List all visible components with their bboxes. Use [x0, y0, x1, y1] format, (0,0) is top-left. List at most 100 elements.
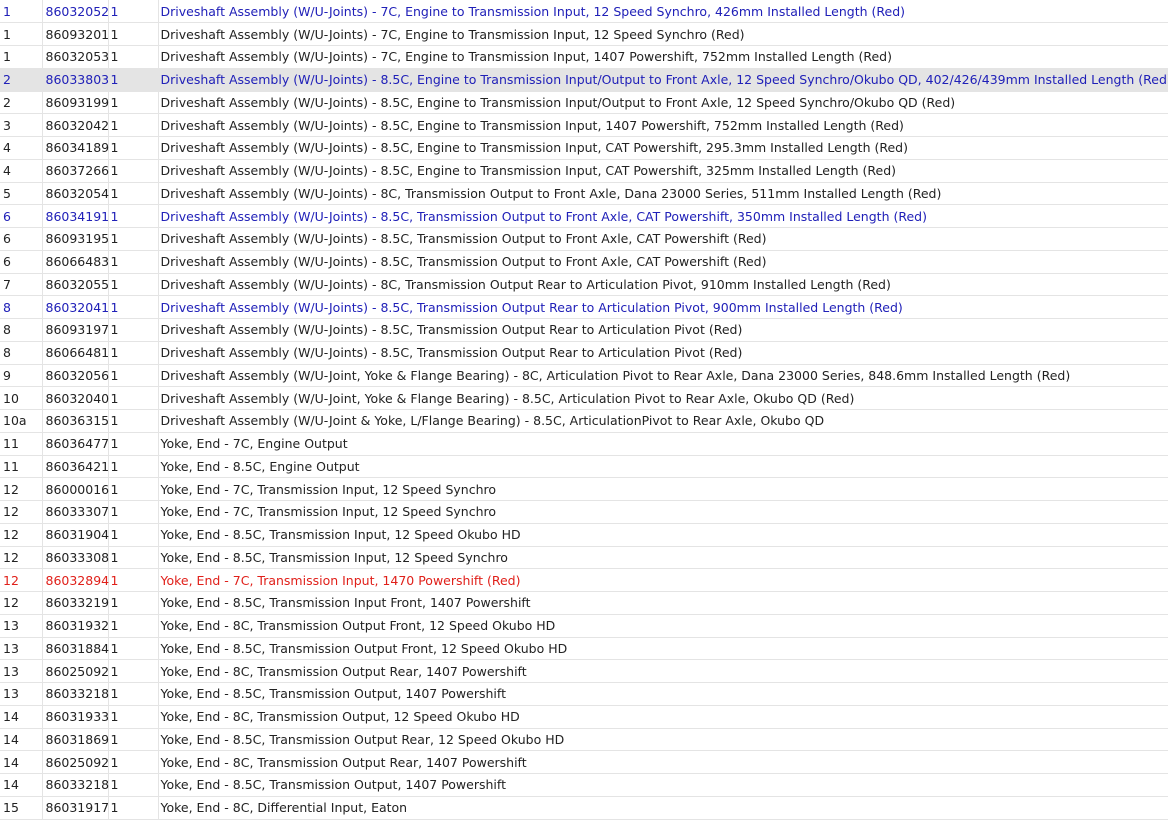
- part-number-cell: 86034191: [42, 204, 109, 228]
- table-row[interactable]: 2 86093199 1 Driveshaft Assembly (W/U-Joint…: [0, 91, 1168, 115]
- table-row[interactable]: 12 86000016 1 Yoke, End - 7C, Transmission …: [0, 477, 1168, 501]
- parts-table-body: 1 86032052 1 Driveshaft Assembly (W/U-Joint…: [0, 0, 1168, 820]
- quantity-cell: 1: [108, 341, 159, 365]
- table-row[interactable]: 9 86032056 1 Driveshaft Assembly (W/U-Joint…: [0, 364, 1168, 388]
- quantity-cell: 1: [108, 523, 159, 547]
- table-row[interactable]: 14 86031933 1 Yoke, End - 8C, Transmission …: [0, 705, 1168, 729]
- ref-cell: 11: [0, 455, 43, 479]
- ref-cell: 12: [0, 546, 43, 570]
- part-number-cell: 86032056: [42, 364, 109, 388]
- part-number-cell: 86066481: [42, 341, 109, 365]
- ref-cell: 8: [0, 318, 43, 342]
- part-number-cell: 86032042: [42, 113, 109, 137]
- table-row[interactable]: 1 86093201 1 Driveshaft Assembly (W/U-Joint…: [0, 22, 1168, 46]
- part-number-cell: 86037266: [42, 159, 109, 183]
- ref-cell: 2: [0, 91, 43, 115]
- part-number-cell: 86025092: [42, 659, 109, 683]
- table-row[interactable]: 1 86032052 1 Driveshaft Assembly (W/U-Joint…: [0, 0, 1168, 24]
- table-row[interactable]: 8 86066481 1 Driveshaft Assembly (W/U-Joint…: [0, 341, 1168, 365]
- part-number-cell: 86093201: [42, 22, 109, 46]
- part-number-cell: 86032055: [42, 273, 109, 297]
- ref-cell: 6: [0, 250, 43, 274]
- description-cell: Yoke, End - 8C, Differential Input, Eato…: [158, 796, 1168, 820]
- ref-cell: 14: [0, 705, 43, 729]
- ref-cell: 12: [0, 523, 43, 547]
- table-row[interactable]: 8 86032041 1 Driveshaft Assembly (W/U-Joint…: [0, 295, 1168, 319]
- part-number-cell: 86032053: [42, 45, 109, 69]
- quantity-cell: 1: [108, 477, 159, 501]
- description-cell: Yoke, End - 8C, Transmission Output Fron…: [158, 614, 1168, 638]
- table-row[interactable]: 8 86093197 1 Driveshaft Assembly (W/U-Joint…: [0, 318, 1168, 342]
- table-row[interactable]: 13 86025092 1 Yoke, End - 8C, Transmission …: [0, 659, 1168, 683]
- table-row[interactable]: 6 86034191 1 Driveshaft Assembly (W/U-Joint…: [0, 204, 1168, 228]
- ref-cell: 13: [0, 659, 43, 683]
- description-cell: Yoke, End - 8C, Transmission Output, 12 …: [158, 705, 1168, 729]
- description-cell: Driveshaft Assembly (W/U-Joint, Yoke & F…: [158, 386, 1168, 410]
- description-cell: Driveshaft Assembly (W/U-Joints) - 7C, E…: [158, 22, 1168, 46]
- table-row[interactable]: 14 86031869 1 Yoke, End - 8.5C, Transmissio…: [0, 728, 1168, 752]
- ref-cell: 6: [0, 227, 43, 251]
- ref-cell: 9: [0, 364, 43, 388]
- part-number-cell: 86031932: [42, 614, 109, 638]
- table-row[interactable]: 6 86093195 1 Driveshaft Assembly (W/U-Joint…: [0, 227, 1168, 251]
- quantity-cell: 1: [108, 728, 159, 752]
- quantity-cell: 1: [108, 227, 159, 251]
- ref-cell: 8: [0, 341, 43, 365]
- table-row[interactable]: 11 86036477 1 Yoke, End - 7C, Engine Output: [0, 432, 1168, 456]
- quantity-cell: 1: [108, 386, 159, 410]
- ref-cell: 1: [0, 45, 43, 69]
- table-row[interactable]: 4 86037266 1 Driveshaft Assembly (W/U-Joint…: [0, 159, 1168, 183]
- description-cell: Yoke, End - 8.5C, Engine Output: [158, 455, 1168, 479]
- table-row[interactable]: 14 86025092 1 Yoke, End - 8C, Transmission …: [0, 750, 1168, 774]
- quantity-cell: 1: [108, 182, 159, 206]
- ref-cell: 12: [0, 500, 43, 524]
- table-row[interactable]: 6 86066483 1 Driveshaft Assembly (W/U-Joint…: [0, 250, 1168, 274]
- description-cell: Driveshaft Assembly (W/U-Joints) - 8.5C,…: [158, 250, 1168, 274]
- table-row[interactable]: 13 86031884 1 Yoke, End - 8.5C, Transmissio…: [0, 637, 1168, 661]
- table-row[interactable]: 5 86032054 1 Driveshaft Assembly (W/U-Joint…: [0, 182, 1168, 206]
- ref-cell: 15: [0, 796, 43, 820]
- ref-cell: 6: [0, 204, 43, 228]
- quantity-cell: 1: [108, 568, 159, 592]
- table-row[interactable]: 4 86034189 1 Driveshaft Assembly (W/U-Joint…: [0, 136, 1168, 160]
- part-number-cell: 86031884: [42, 637, 109, 661]
- description-cell: Yoke, End - 8.5C, Transmission Output, 1…: [158, 682, 1168, 706]
- ref-cell: 2: [0, 68, 43, 92]
- description-cell: Yoke, End - 7C, Transmission Input, 1470…: [158, 568, 1168, 592]
- table-row[interactable]: 15 86031917 1 Yoke, End - 8C, Differential …: [0, 796, 1168, 820]
- table-row[interactable]: 3 86032042 1 Driveshaft Assembly (W/U-Joint…: [0, 113, 1168, 137]
- part-number-cell: 86033308: [42, 546, 109, 570]
- description-cell: Yoke, End - 8.5C, Transmission Input, 12…: [158, 523, 1168, 547]
- quantity-cell: 1: [108, 591, 159, 615]
- table-row[interactable]: 10a 86036315 1 Driveshaft Assembly (W/U-Joi…: [0, 409, 1168, 433]
- table-row[interactable]: 1 86032053 1 Driveshaft Assembly (W/U-Joint…: [0, 45, 1168, 69]
- table-row[interactable]: 13 86033218 1 Yoke, End - 8.5C, Transmissio…: [0, 682, 1168, 706]
- table-row[interactable]: 12 86032894 1 Yoke, End - 7C, Transmission …: [0, 568, 1168, 592]
- part-number-cell: 86093199: [42, 91, 109, 115]
- ref-cell: 1: [0, 22, 43, 46]
- table-row[interactable]: 12 86033219 1 Yoke, End - 8.5C, Transmissio…: [0, 591, 1168, 615]
- description-cell: Yoke, End - 7C, Engine Output: [158, 432, 1168, 456]
- table-row[interactable]: 12 86031904 1 Yoke, End - 8.5C, Transmissio…: [0, 523, 1168, 547]
- description-cell: Driveshaft Assembly (W/U-Joints) - 8.5C,…: [158, 295, 1168, 319]
- table-row[interactable]: 12 86033307 1 Yoke, End - 7C, Transmission …: [0, 500, 1168, 524]
- table-row[interactable]: 7 86032055 1 Driveshaft Assembly (W/U-Joint…: [0, 273, 1168, 297]
- table-row[interactable]: 10 86032040 1 Driveshaft Assembly (W/U-Join…: [0, 386, 1168, 410]
- description-cell: Yoke, End - 8.5C, Transmission Output Re…: [158, 728, 1168, 752]
- part-number-cell: 86093197: [42, 318, 109, 342]
- table-row[interactable]: 12 86033308 1 Yoke, End - 8.5C, Transmissio…: [0, 546, 1168, 570]
- part-number-cell: 86033218: [42, 773, 109, 797]
- description-cell: Yoke, End - 8.5C, Transmission Input, 12…: [158, 546, 1168, 570]
- table-row[interactable]: 14 86033218 1 Yoke, End - 8.5C, Transmissio…: [0, 773, 1168, 797]
- part-number-cell: 86066483: [42, 250, 109, 274]
- quantity-cell: 1: [108, 0, 159, 24]
- quantity-cell: 1: [108, 204, 159, 228]
- part-number-cell: 86032052: [42, 0, 109, 24]
- part-number-cell: 86033219: [42, 591, 109, 615]
- description-cell: Yoke, End - 8C, Transmission Output Rear…: [158, 659, 1168, 683]
- table-row[interactable]: 11 86036421 1 Yoke, End - 8.5C, Engine Outp…: [0, 455, 1168, 479]
- description-cell: Driveshaft Assembly (W/U-Joints) - 8C, T…: [158, 182, 1168, 206]
- table-row[interactable]: 2 86033803 1 Driveshaft Assembly (W/U-Joint…: [0, 68, 1168, 92]
- ref-cell: 11: [0, 432, 43, 456]
- table-row[interactable]: 13 86031932 1 Yoke, End - 8C, Transmission …: [0, 614, 1168, 638]
